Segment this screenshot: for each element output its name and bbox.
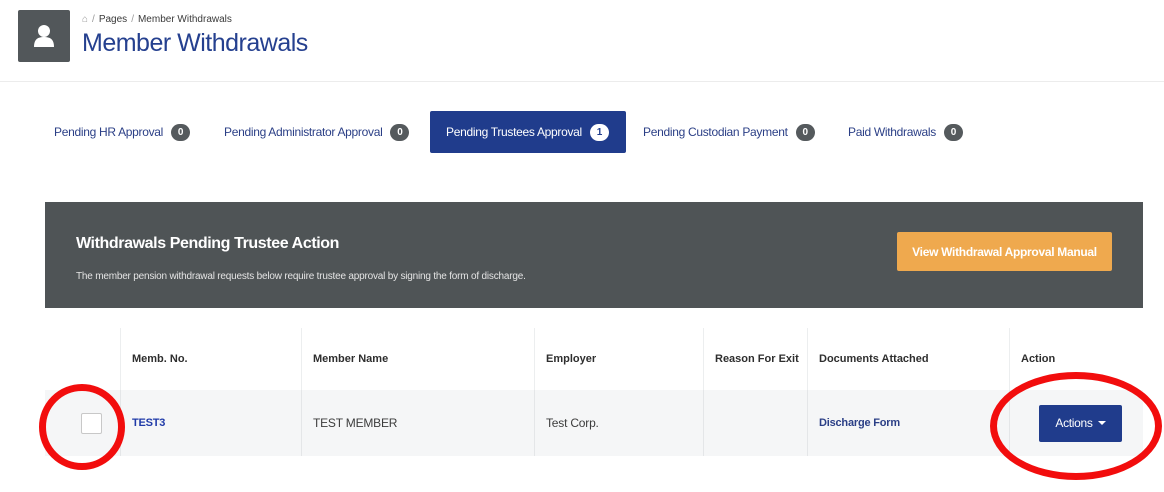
discharge-form-link[interactable]: Discharge Form [807,390,1009,456]
view-approval-manual-button[interactable]: View Withdrawal Approval Manual [897,232,1112,271]
page-header: ⌂ / Pages / Member Withdrawals Member Withdr… [0,0,1164,82]
tab-label: Pending Trustees Approval [446,125,582,139]
tab-count-badge: 0 [390,123,410,141]
tab-count-badge: 0 [943,123,963,141]
breadcrumb-pages[interactable]: Pages [99,14,127,25]
tab-label: Pending HR Approval [54,125,164,139]
tab-count-badge: 0 [795,123,815,141]
user-icon [34,25,54,47]
reason-for-exit-cell [703,390,807,456]
tab-pending-trustees-approval[interactable]: Pending Trustees Approval 1 [430,111,626,153]
tab-pending-hr-approval[interactable]: Pending HR Approval 0 [54,111,191,153]
banner-title: Withdrawals Pending Trustee Action [76,235,340,252]
tab-count-badge: 0 [171,123,191,141]
breadcrumb-member-withdrawals: Member Withdrawals [137,14,232,25]
home-icon[interactable]: ⌂ [82,14,88,25]
column-header-reason-for-exit: Reason For Exit [703,328,807,390]
employer-cell: Test Corp. [534,390,703,456]
column-header-documents-attached: Documents Attached [807,328,1009,390]
caret-down-icon [1097,421,1106,425]
pending-trustee-action-banner: Withdrawals Pending Trustee Action The m… [45,202,1143,308]
row-select-checkbox[interactable] [81,412,102,434]
column-header-action: Action [1009,328,1143,390]
column-header-member-name: Member Name [301,328,534,390]
tab-label: Paid Withdrawals [848,125,936,139]
actions-button-label: Actions [1055,416,1093,430]
tab-pending-custodian-payment[interactable]: Pending Custodian Payment 0 [643,111,815,153]
column-header-select [45,328,120,390]
page-title: Member Withdrawals [82,29,308,57]
tab-pending-administrator-approval[interactable]: Pending Administrator Approval 0 [224,111,410,153]
tab-label: Pending Administrator Approval [224,125,383,139]
breadcrumb: ⌂ / Pages / Member Withdrawals [82,14,232,25]
column-header-memb-no: Memb. No. [120,328,301,390]
action-cell: Actions [1009,390,1143,456]
column-header-employer: Employer [534,328,703,390]
banner-subtitle: The member pension withdrawal requests b… [76,271,526,282]
tab-label: Pending Custodian Payment [643,125,788,139]
tab-paid-withdrawals[interactable]: Paid Withdrawals 0 [848,111,963,153]
table-row: TEST3 TEST MEMBER Test Corp. Discharge F… [45,390,1143,456]
row-select-cell [45,390,120,456]
actions-dropdown-button[interactable]: Actions [1039,404,1122,442]
table-header: Memb. No. Member Name Employer Reason Fo… [45,328,1143,390]
user-avatar [18,10,70,62]
member-name-cell: TEST MEMBER [301,390,534,456]
member-number-link[interactable]: TEST3 [120,390,301,456]
tab-count-badge: 1 [589,123,609,141]
